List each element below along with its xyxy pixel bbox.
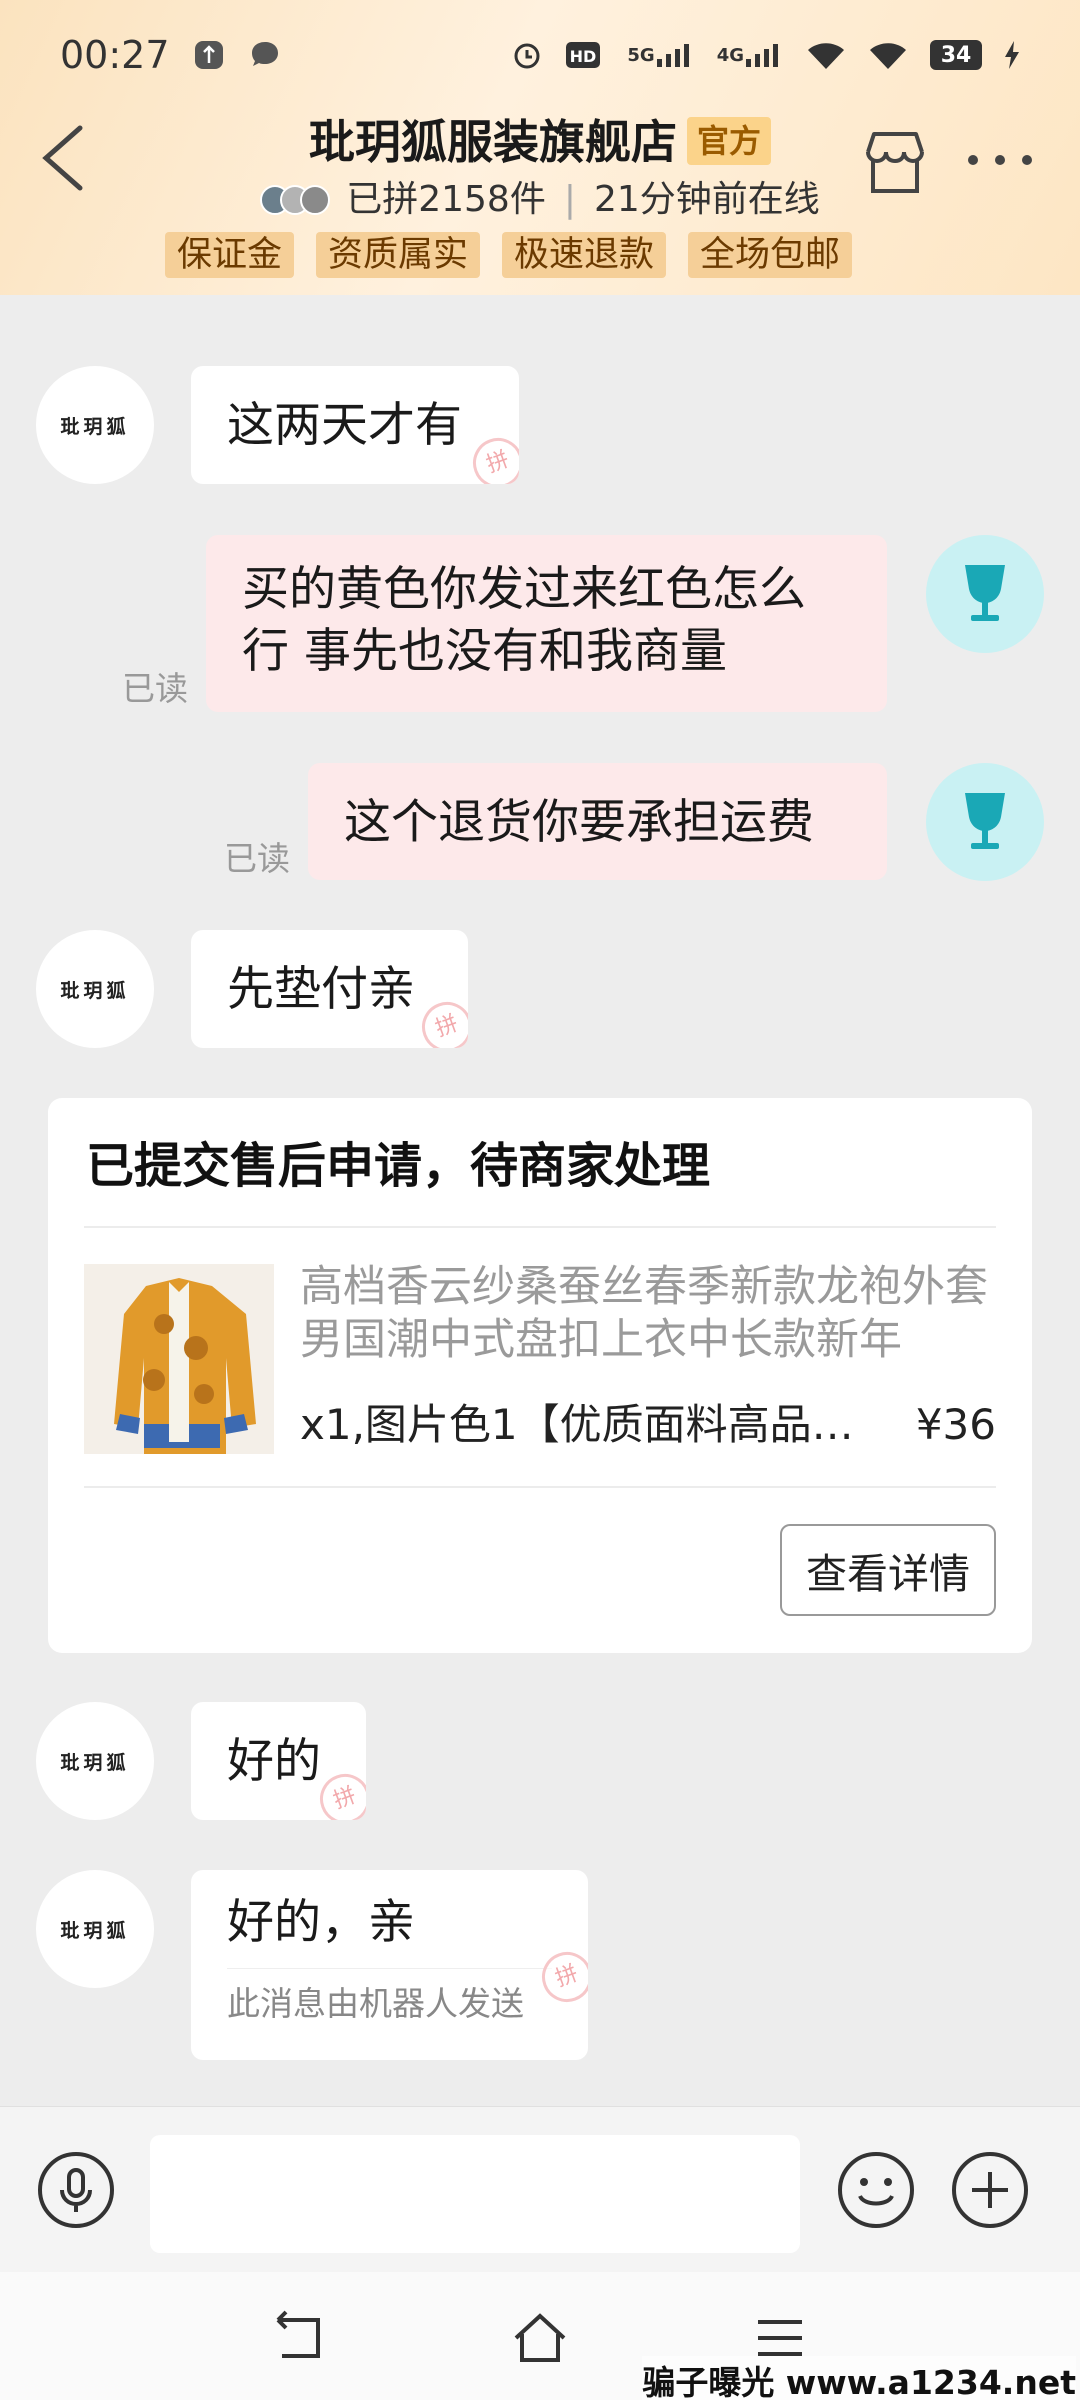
nav-home-button[interactable] — [510, 2308, 570, 2368]
svg-text:HD: HD — [570, 47, 597, 66]
product-price: ¥36 — [915, 1400, 996, 1449]
emoji-button[interactable] — [836, 2150, 916, 2230]
signal-5g-icon: 5G — [627, 43, 694, 67]
divider — [84, 1226, 996, 1228]
store-icon — [866, 132, 924, 193]
store-tag[interactable]: 全场包邮 — [688, 232, 853, 278]
watermark: 骗子曝光 www.a1234.net — [642, 2356, 1076, 2400]
status-bar: 00:27 HD 5G 4G 34 — [0, 0, 1080, 110]
message-bubble[interactable]: 先垫付亲 拼 — [191, 930, 468, 1048]
wifi-icon — [868, 40, 908, 70]
product-spec: x1,图片色1【优质面料高品质】 — [300, 1400, 860, 1449]
message-text: 先垫付亲 — [227, 962, 415, 1017]
store-tag[interactable]: 极速退款 — [502, 232, 667, 278]
shop-avatar[interactable]: 玭玥狐 — [36, 1870, 154, 1988]
alarm-icon — [511, 39, 543, 71]
charging-icon — [1004, 41, 1020, 69]
read-status: 已读 — [224, 839, 290, 878]
back-arrow-icon — [276, 2310, 320, 2358]
online-status: 21分钟前在线 — [593, 179, 820, 220]
message-text: 这两天才有 — [227, 398, 462, 453]
store-tag[interactable]: 资质属实 — [316, 232, 481, 278]
message-bubble[interactable]: 这两天才有 拼 — [191, 366, 519, 484]
nav-back-button[interactable] — [270, 2308, 330, 2368]
message-bubble[interactable]: 这个退货你要承担运费 — [308, 763, 887, 880]
my-avatar[interactable] — [926, 535, 1044, 653]
product-image[interactable] — [84, 1264, 274, 1454]
buyer-avatars — [260, 185, 331, 215]
message-text: 好的 — [227, 1734, 321, 1789]
hd-icon: HD — [565, 40, 605, 70]
plus-icon — [952, 2152, 1028, 2228]
store-tag[interactable]: 保证金 — [165, 232, 295, 278]
home-icon — [514, 2313, 566, 2362]
signal-4g-icon: 4G — [717, 43, 784, 67]
message-text: 好的，亲 — [227, 1895, 415, 1950]
after-sales-card[interactable]: 已提交售后申请，待商家处理 高档香云纱桑蚕丝春季新款龙袍外套男国潮中式盘扣上衣中… — [48, 1098, 1032, 1653]
divider: | — [563, 179, 576, 220]
message-icon — [248, 38, 282, 72]
microphone-icon — [38, 2152, 114, 2228]
voice-button[interactable] — [36, 2150, 116, 2230]
usb-icon — [192, 38, 226, 72]
input-bar — [0, 2106, 1080, 2272]
pin-stamp-icon: 拼 — [465, 430, 519, 484]
more-actions-button[interactable] — [950, 2150, 1030, 2230]
goblet-icon — [965, 793, 1005, 849]
message-input[interactable] — [150, 2135, 800, 2253]
smiley-icon — [838, 2152, 914, 2228]
message-bubble[interactable]: 好的，亲 此消息由机器人发送 拼 — [191, 1870, 588, 2060]
store-tags: 保证金 资质属实 极速退款 全场包邮 — [165, 232, 853, 278]
product-name: 高档香云纱桑蚕丝春季新款龙袍外套男国潮中式盘扣上衣中长款新年 — [300, 1262, 988, 1365]
divider — [84, 1486, 996, 1488]
group-count: 已拼2158件 — [346, 179, 546, 220]
goblet-icon — [965, 565, 1005, 621]
battery-icon: 34 — [930, 40, 982, 70]
read-status: 已读 — [122, 669, 188, 708]
more-button[interactable] — [965, 150, 1035, 170]
official-badge: 官方 — [686, 117, 771, 165]
shop-avatar[interactable]: 玭玥狐 — [36, 366, 154, 484]
shop-avatar[interactable]: 玭玥狐 — [36, 930, 154, 1048]
message-text: 买的黄色你发过来红色怎么行 事先也没有和我商量 — [242, 562, 806, 679]
store-name: 玭玥狐服装旗舰店 — [308, 115, 677, 169]
status-time: 00:27 — [60, 33, 170, 77]
chat-header: 00:27 HD 5G 4G 34 玭玥狐服装旗舰店 官方 已拼2158件 | … — [0, 0, 1080, 295]
shop-avatar[interactable]: 玭玥狐 — [36, 1702, 154, 1820]
message-bubble[interactable]: 好的 拼 — [191, 1702, 366, 1820]
more-dots-icon — [968, 155, 1032, 165]
robot-note: 此消息由机器人发送 — [227, 1968, 552, 2027]
message-bubble[interactable]: 买的黄色你发过来红色怎么行 事先也没有和我商量 — [206, 535, 887, 712]
store-button[interactable] — [860, 128, 930, 198]
pin-stamp-icon: 拼 — [414, 994, 468, 1048]
wifi-icon — [806, 40, 846, 70]
my-avatar[interactable] — [926, 763, 1044, 881]
view-details-button[interactable]: 查看详情 — [780, 1524, 996, 1616]
message-text: 这个退货你要承担运费 — [344, 795, 814, 850]
card-title: 已提交售后申请，待商家处理 — [86, 1138, 711, 1194]
